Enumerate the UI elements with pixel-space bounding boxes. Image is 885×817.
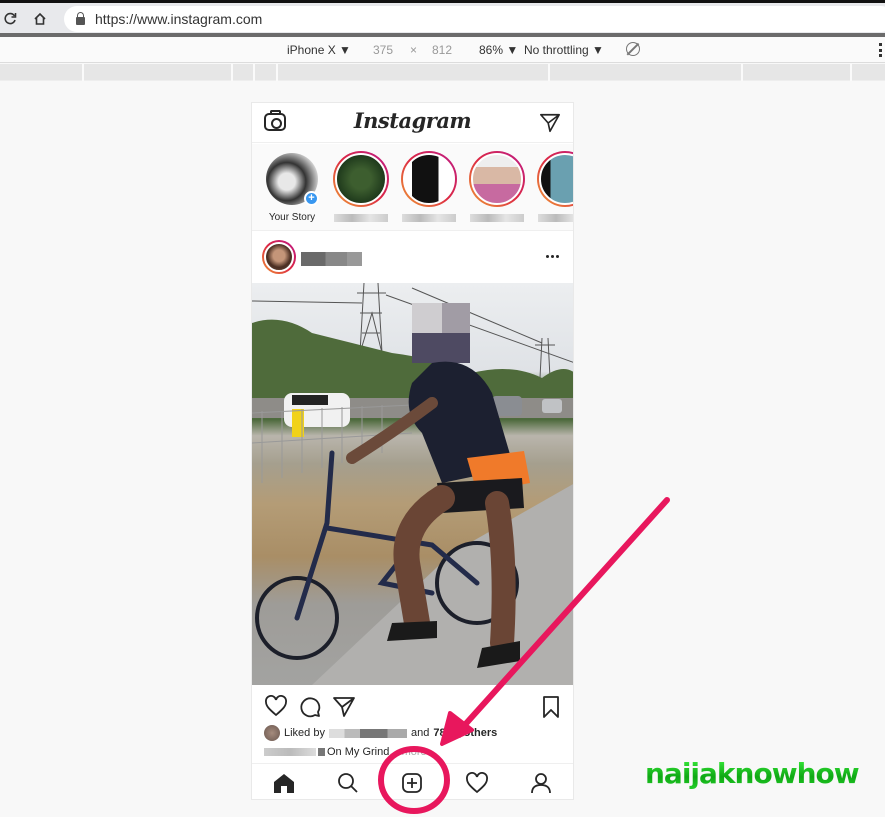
story-avatar [403, 153, 455, 205]
likes-count[interactable]: 78 [433, 727, 445, 739]
device-toolbar: iPhone X ▼ 375 × 812 86% ▼ No throttling… [0, 37, 885, 63]
viewport-height-input[interactable]: 812 [432, 43, 452, 57]
comment-icon[interactable] [298, 695, 322, 719]
story-item[interactable] [328, 151, 394, 227]
post-author-username-blurred[interactable] [301, 252, 362, 266]
device-select[interactable]: iPhone X ▼ [287, 43, 351, 57]
story-label-blurred [334, 214, 388, 222]
likes-and: and [410, 727, 430, 739]
story-item-own[interactable]: + Your Story [259, 151, 325, 223]
home-filled-icon [274, 774, 294, 793]
likes-line[interactable]: Liked by and 78 others [264, 725, 497, 741]
bookmark-icon[interactable] [541, 695, 561, 719]
post-header [252, 232, 573, 283]
story-label: Your Story [268, 212, 316, 223]
viewport-width-input[interactable]: 375 [373, 43, 393, 57]
post-image-scene [252, 283, 573, 685]
caption-emoji-blurred [318, 748, 325, 756]
story-item[interactable] [396, 151, 462, 227]
share-icon[interactable] [332, 695, 356, 719]
more-options-icon[interactable] [546, 255, 559, 258]
home-icon[interactable] [30, 9, 50, 29]
caption-more-link[interactable]: ... more [389, 746, 426, 758]
address-bar[interactable]: https://www.instagram.com [64, 6, 885, 32]
story-ring [537, 151, 573, 207]
post-actions [252, 685, 573, 725]
new-post-tab[interactable] [399, 770, 425, 796]
profile-icon [531, 773, 551, 794]
heart-icon[interactable] [264, 695, 288, 717]
watermark-logo: naijaknowhow [645, 757, 860, 790]
story-ring [469, 151, 525, 207]
story-avatar [539, 153, 573, 205]
story-item[interactable] [532, 151, 573, 227]
post-caption: On My Grind ... more [264, 746, 427, 758]
new-post-icon [402, 773, 422, 793]
story-label-blurred [470, 214, 524, 222]
story-label-blurred [538, 214, 573, 222]
story-item[interactable] [464, 151, 530, 227]
post-author-avatar[interactable] [262, 240, 296, 274]
likes-prefix: Liked by [284, 727, 325, 739]
throttling-select[interactable]: No throttling ▼ [524, 43, 604, 57]
browser-toolbar: https://www.instagram.com [0, 0, 885, 33]
likes-count-blurred [448, 728, 461, 738]
media-query-bar[interactable] [0, 64, 885, 81]
profile-tab[interactable] [528, 770, 554, 796]
caption-username-blurred[interactable] [264, 748, 316, 756]
post-image[interactable] [252, 283, 573, 685]
caption-text: On My Grind [327, 746, 390, 758]
search-icon [338, 773, 358, 793]
url-text[interactable]: https://www.instagram.com [95, 11, 262, 27]
activity-tab[interactable] [464, 770, 490, 796]
zoom-select[interactable]: 86% ▼ [479, 43, 518, 57]
story-avatar [471, 153, 523, 205]
liker-avatar [264, 725, 280, 741]
bottom-navigation [252, 763, 573, 799]
screenshot-root: https://www.instagram.com iPhone X ▼ 375… [0, 0, 885, 817]
search-tab[interactable] [335, 770, 361, 796]
home-tab[interactable] [271, 770, 297, 796]
lock-icon [76, 11, 85, 25]
instagram-header: Instagram [252, 103, 573, 143]
story-ring [401, 151, 457, 207]
liker-username-blurred[interactable] [328, 728, 407, 738]
reload-icon[interactable] [0, 9, 20, 29]
kebab-menu-icon[interactable] [879, 43, 883, 57]
story-label-blurred [402, 214, 456, 222]
story-avatar [335, 153, 387, 205]
stories-tray: + Your Story [252, 144, 573, 231]
story-ring [333, 151, 389, 207]
instagram-logo[interactable]: Instagram [252, 108, 573, 133]
paper-plane-icon[interactable] [539, 112, 561, 134]
mobile-viewport: Instagram + Your Story Liked by and 78 o… [251, 102, 574, 800]
likes-suffix[interactable]: others [464, 727, 498, 739]
dimension-separator: × [410, 43, 418, 57]
rotate-icon[interactable] [626, 42, 640, 56]
heart-outline-icon [466, 772, 488, 794]
add-story-icon[interactable]: + [304, 191, 319, 206]
